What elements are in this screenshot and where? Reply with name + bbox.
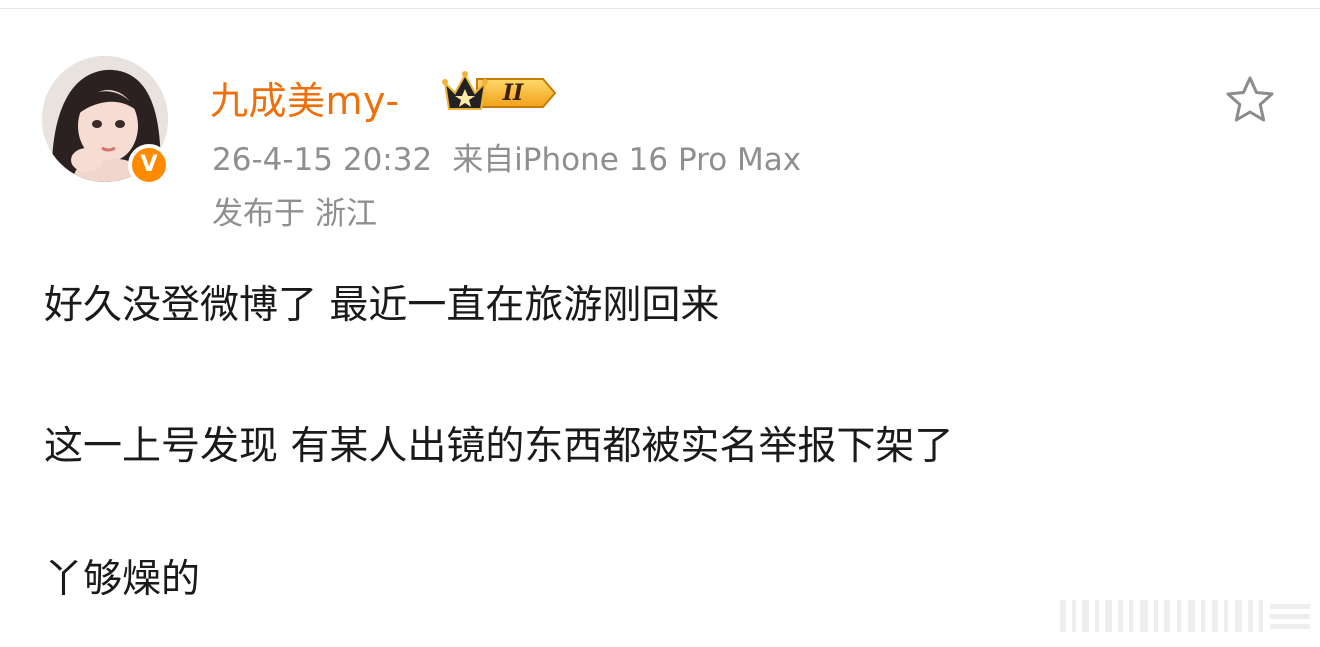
post-text-line: 好久没登微博了 最近一直在旅游刚回来 — [44, 283, 720, 328]
username[interactable]: 九成美my- — [210, 70, 400, 125]
top-divider — [0, 8, 1320, 9]
post-text-line: 丫够燥的 — [44, 557, 201, 602]
vip-level-text: II — [502, 80, 524, 106]
location-prefix: 发布于 — [212, 196, 305, 232]
post-time[interactable]: 26-4-15 20:32 — [212, 142, 432, 178]
verified-badge-icon: V — [128, 144, 170, 186]
post-source: 来自iPhone 16 Pro Max — [452, 142, 802, 178]
watermark-bars-icon — [1060, 600, 1310, 632]
post-meta: 26-4-15 20:32 来自iPhone 16 Pro Max — [212, 134, 801, 179]
post-location: 发布于 浙江 — [212, 188, 377, 233]
star-outline-icon[interactable] — [1224, 74, 1276, 124]
verified-badge-label: V — [140, 151, 158, 177]
vip-crown-badge-icon[interactable]: II — [441, 67, 559, 115]
post-text-line: 这一上号发现 有某人出镜的东西都被实名举报下架了 — [44, 424, 954, 469]
location-name: 浙江 — [315, 196, 377, 232]
